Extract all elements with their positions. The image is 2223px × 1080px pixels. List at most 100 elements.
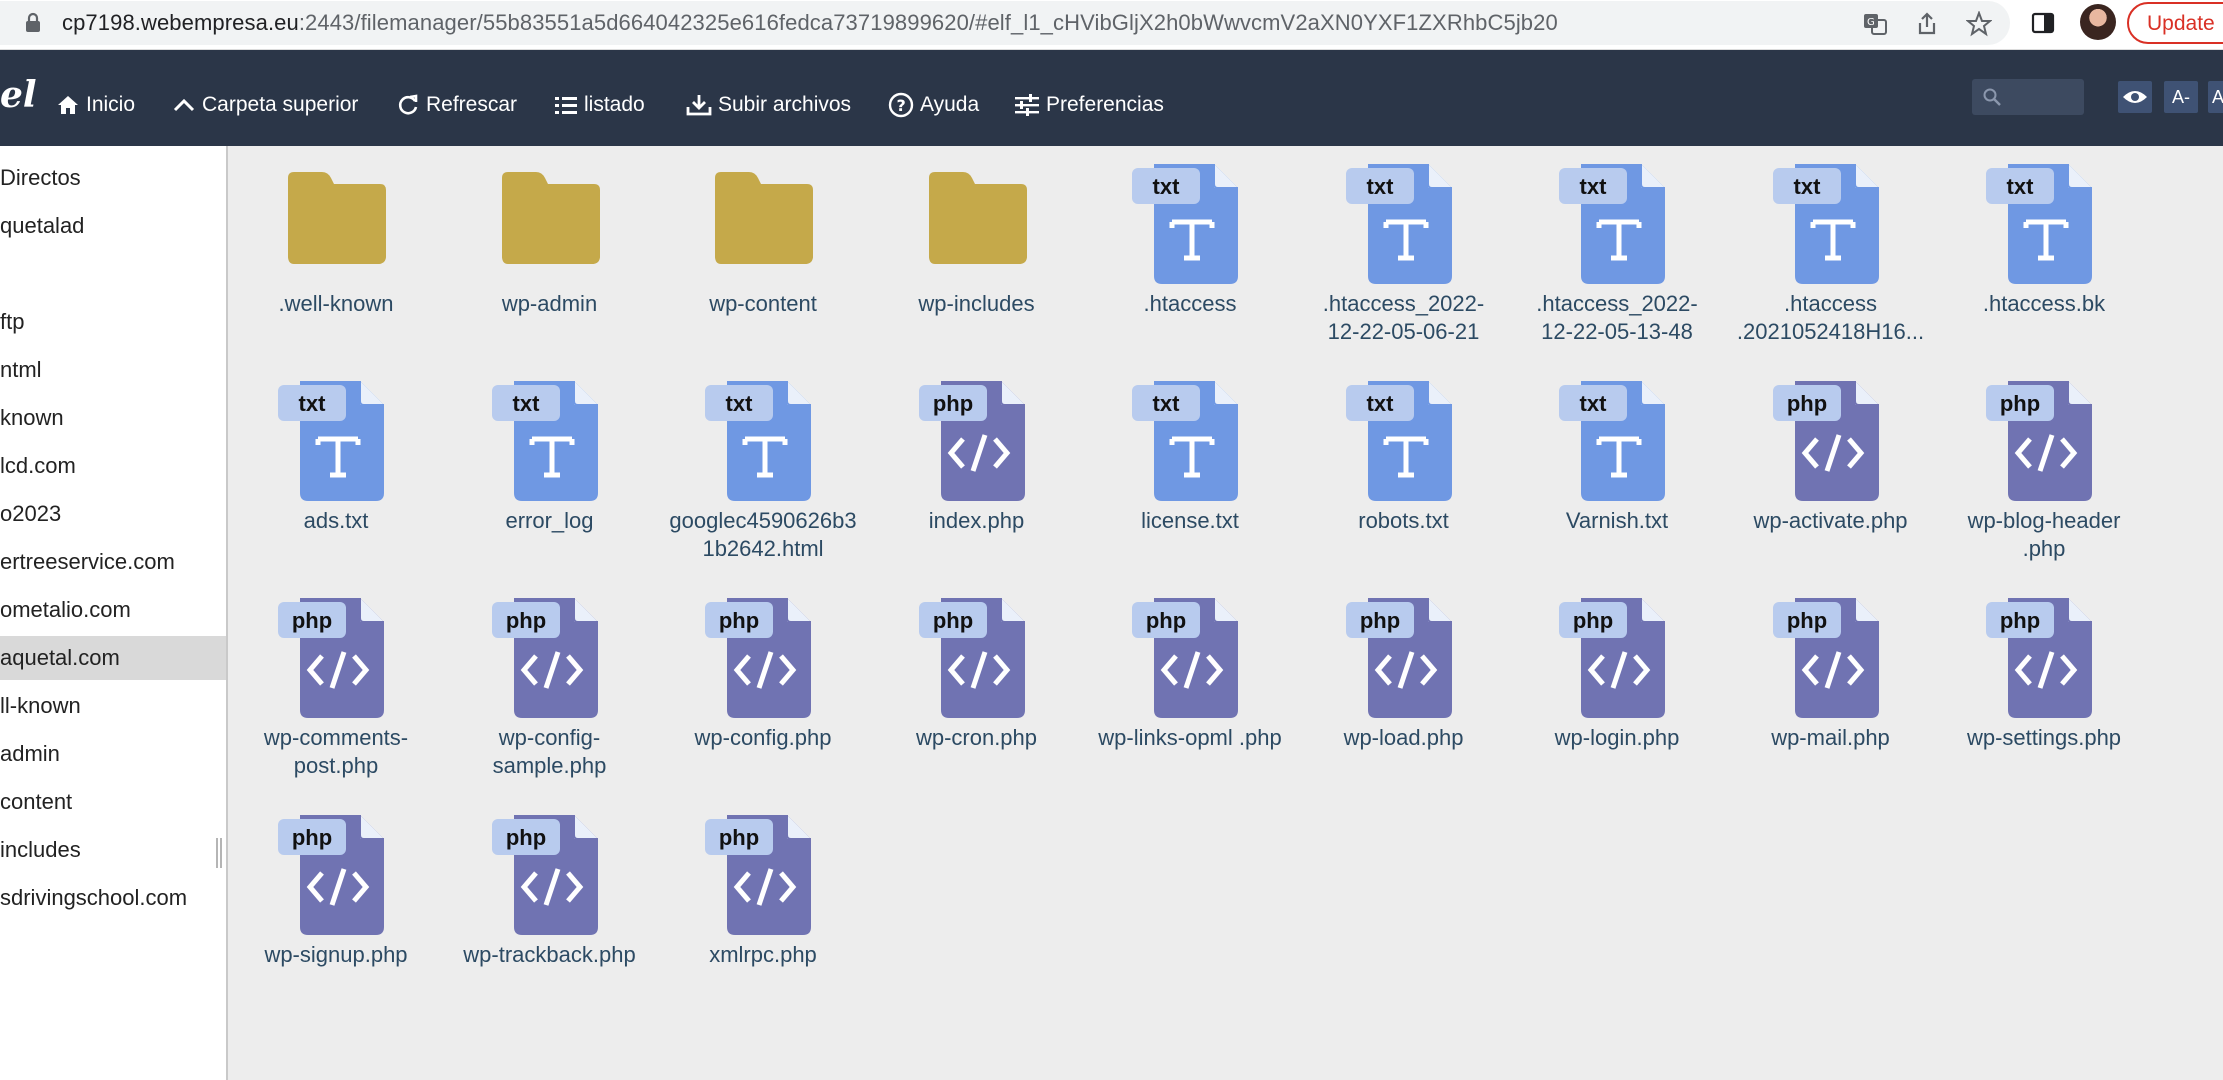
file-item[interactable]: php wp-settings.php: [1944, 586, 2144, 796]
file-item[interactable]: php wp-trackback.php: [450, 803, 650, 1013]
file-item[interactable]: php wp-login.php: [1517, 586, 1717, 796]
address-bar[interactable]: cp7198.webempresa.eu:2443/filemanager/55…: [0, 1, 2010, 45]
php-file-icon: php: [1345, 598, 1452, 718]
sidebar-item[interactable]: sdrivingschool.com: [0, 876, 226, 920]
file-item[interactable]: txt .htaccess .2021052418H16...: [1731, 152, 1931, 362]
file-name: wp-login.php: [1554, 725, 1680, 750]
file-item[interactable]: txt Varnish.txt: [1517, 369, 1717, 579]
file-item[interactable]: php wp-load.php: [1304, 586, 1504, 796]
sidebar-resize-handle[interactable]: [216, 838, 222, 868]
home-button[interactable]: Inicio: [56, 90, 135, 120]
folder-item[interactable]: .well-known: [236, 152, 436, 362]
file-item[interactable]: txt ads.txt: [236, 369, 436, 579]
file-item[interactable]: php wp-mail.php: [1731, 586, 1931, 796]
file-item[interactable]: php wp-config-sample.php: [450, 586, 650, 796]
refresh-label: Refrescar: [426, 93, 518, 116]
file-item[interactable]: php wp-signup.php: [236, 803, 436, 1013]
sidebar-item[interactable]: includes: [0, 828, 226, 872]
file-item[interactable]: php wp-cron.php: [877, 586, 1077, 796]
php-file-icon: php: [1132, 598, 1238, 718]
font-larger-button[interactable]: A: [2208, 81, 2223, 113]
svg-text:txt: txt: [1580, 174, 1608, 199]
font-smaller-button[interactable]: A-: [2164, 81, 2198, 113]
browser-chrome: cp7198.webempresa.eu:2443/filemanager/55…: [0, 0, 2223, 50]
file-name: wp-signup.php: [264, 942, 408, 967]
file-item[interactable]: txt .htaccess.bk: [1944, 152, 2144, 362]
share-icon[interactable]: [1914, 11, 1940, 37]
svg-text:?: ?: [897, 96, 906, 115]
sidebar-item[interactable]: aquetal.com: [0, 636, 226, 680]
search-icon: [1983, 88, 2001, 106]
sidebar-item[interactable]: ftp: [0, 300, 226, 344]
sidebar-item[interactable]: known: [0, 396, 226, 440]
file-name: robots.txt: [1358, 508, 1449, 533]
file-name: wp-admin: [501, 291, 598, 316]
preferences-button[interactable]: Preferencias: [1014, 90, 1164, 120]
svg-text:txt: txt: [1366, 391, 1394, 416]
sidebar-item[interactable]: [0, 252, 226, 296]
sidebar-item[interactable]: ntml: [0, 348, 226, 392]
search-input[interactable]: [1972, 79, 2084, 115]
file-item[interactable]: php wp-comments-post.php: [236, 586, 436, 796]
update-button[interactable]: Update: [2127, 2, 2223, 44]
file-name: wp-settings.php: [1966, 725, 2122, 750]
profile-avatar[interactable]: [2080, 4, 2116, 40]
file-item[interactable]: php wp-blog-header .php: [1944, 369, 2144, 579]
file-item[interactable]: txt .htaccess: [1090, 152, 1290, 362]
file-name: .htaccess.bk: [1982, 291, 2106, 316]
sidebar-item[interactable]: Directos: [0, 156, 226, 200]
translate-icon[interactable]: G: [1862, 11, 1888, 37]
svg-text:txt: txt: [1580, 391, 1608, 416]
svg-text:txt: txt: [1153, 174, 1181, 199]
file-item[interactable]: php wp-links-opml .php: [1090, 586, 1290, 796]
sidebar-item[interactable]: content: [0, 780, 226, 824]
file-item[interactable]: txt googlec4590626b31b2642.html: [663, 369, 863, 579]
file-item[interactable]: php wp-config.php: [663, 586, 863, 796]
sidebar-item[interactable]: ertreeservice.com: [0, 540, 226, 584]
sidebar-item[interactable]: ometalio.com: [0, 588, 226, 632]
svg-text:txt: txt: [1793, 174, 1821, 199]
file-item[interactable]: txt .htaccess_2022-12-22-05-06-21: [1304, 152, 1504, 362]
file-name: .well-known: [278, 291, 394, 316]
file-item[interactable]: php wp-activate.php: [1731, 369, 1931, 579]
bookmark-star-icon[interactable]: [1966, 11, 1992, 37]
txt-file-icon: txt: [1559, 164, 1665, 284]
refresh-button[interactable]: Refrescar: [396, 90, 517, 120]
svg-text:txt: txt: [1153, 391, 1181, 416]
folder-icon: [501, 172, 600, 264]
parent-folder-button[interactable]: Carpeta superior: [172, 90, 358, 120]
file-item[interactable]: txt error_log: [450, 369, 650, 579]
upload-button[interactable]: Subir archivos: [686, 90, 851, 120]
side-panel-icon[interactable]: [2030, 10, 2056, 36]
parent-folder-label: Carpeta superior: [202, 93, 359, 116]
home-label: Inicio: [86, 93, 136, 116]
txt-file-icon: txt: [278, 381, 384, 501]
folder-item[interactable]: wp-content: [663, 152, 863, 362]
file-item[interactable]: php index.php: [877, 369, 1077, 579]
toolbar: el Inicio Carpeta superior Refrescar lis…: [0, 50, 2223, 146]
sidebar-item[interactable]: ll-known: [0, 684, 226, 728]
toggle-hidden-button[interactable]: [2118, 81, 2152, 113]
file-name: wp-trackback.php: [463, 942, 636, 967]
sidebar-item[interactable]: o2023: [0, 492, 226, 536]
file-item[interactable]: txt .htaccess_2022-12-22-05-13-48: [1517, 152, 1717, 362]
folder-item[interactable]: wp-includes: [877, 152, 1077, 362]
folder-item[interactable]: wp-admin: [450, 152, 650, 362]
file-name: index.php: [928, 508, 1025, 533]
folder-tree: Directos quetalad ftp ntml known lcd.com o2023…: [0, 146, 228, 1080]
url-text: cp7198.webempresa.eu:2443/filemanager/55…: [62, 10, 1558, 36]
list-view-button[interactable]: listado: [554, 90, 645, 120]
help-button[interactable]: ? Ayuda: [888, 90, 979, 120]
file-item[interactable]: txt license.txt: [1090, 369, 1290, 579]
sidebar-item[interactable]: admin: [0, 732, 226, 776]
file-item[interactable]: txt robots.txt: [1304, 369, 1504, 579]
file-name: ads.txt: [303, 508, 369, 533]
svg-text:php: php: [719, 608, 759, 633]
help-label: Ayuda: [920, 93, 980, 116]
file-item[interactable]: php xmlrpc.php: [663, 803, 863, 1013]
svg-text:php: php: [2000, 391, 2040, 416]
php-file-icon: php: [278, 598, 384, 718]
sidebar-item[interactable]: quetalad: [0, 204, 226, 248]
svg-text:php: php: [932, 608, 972, 633]
sidebar-item[interactable]: lcd.com: [0, 444, 226, 488]
